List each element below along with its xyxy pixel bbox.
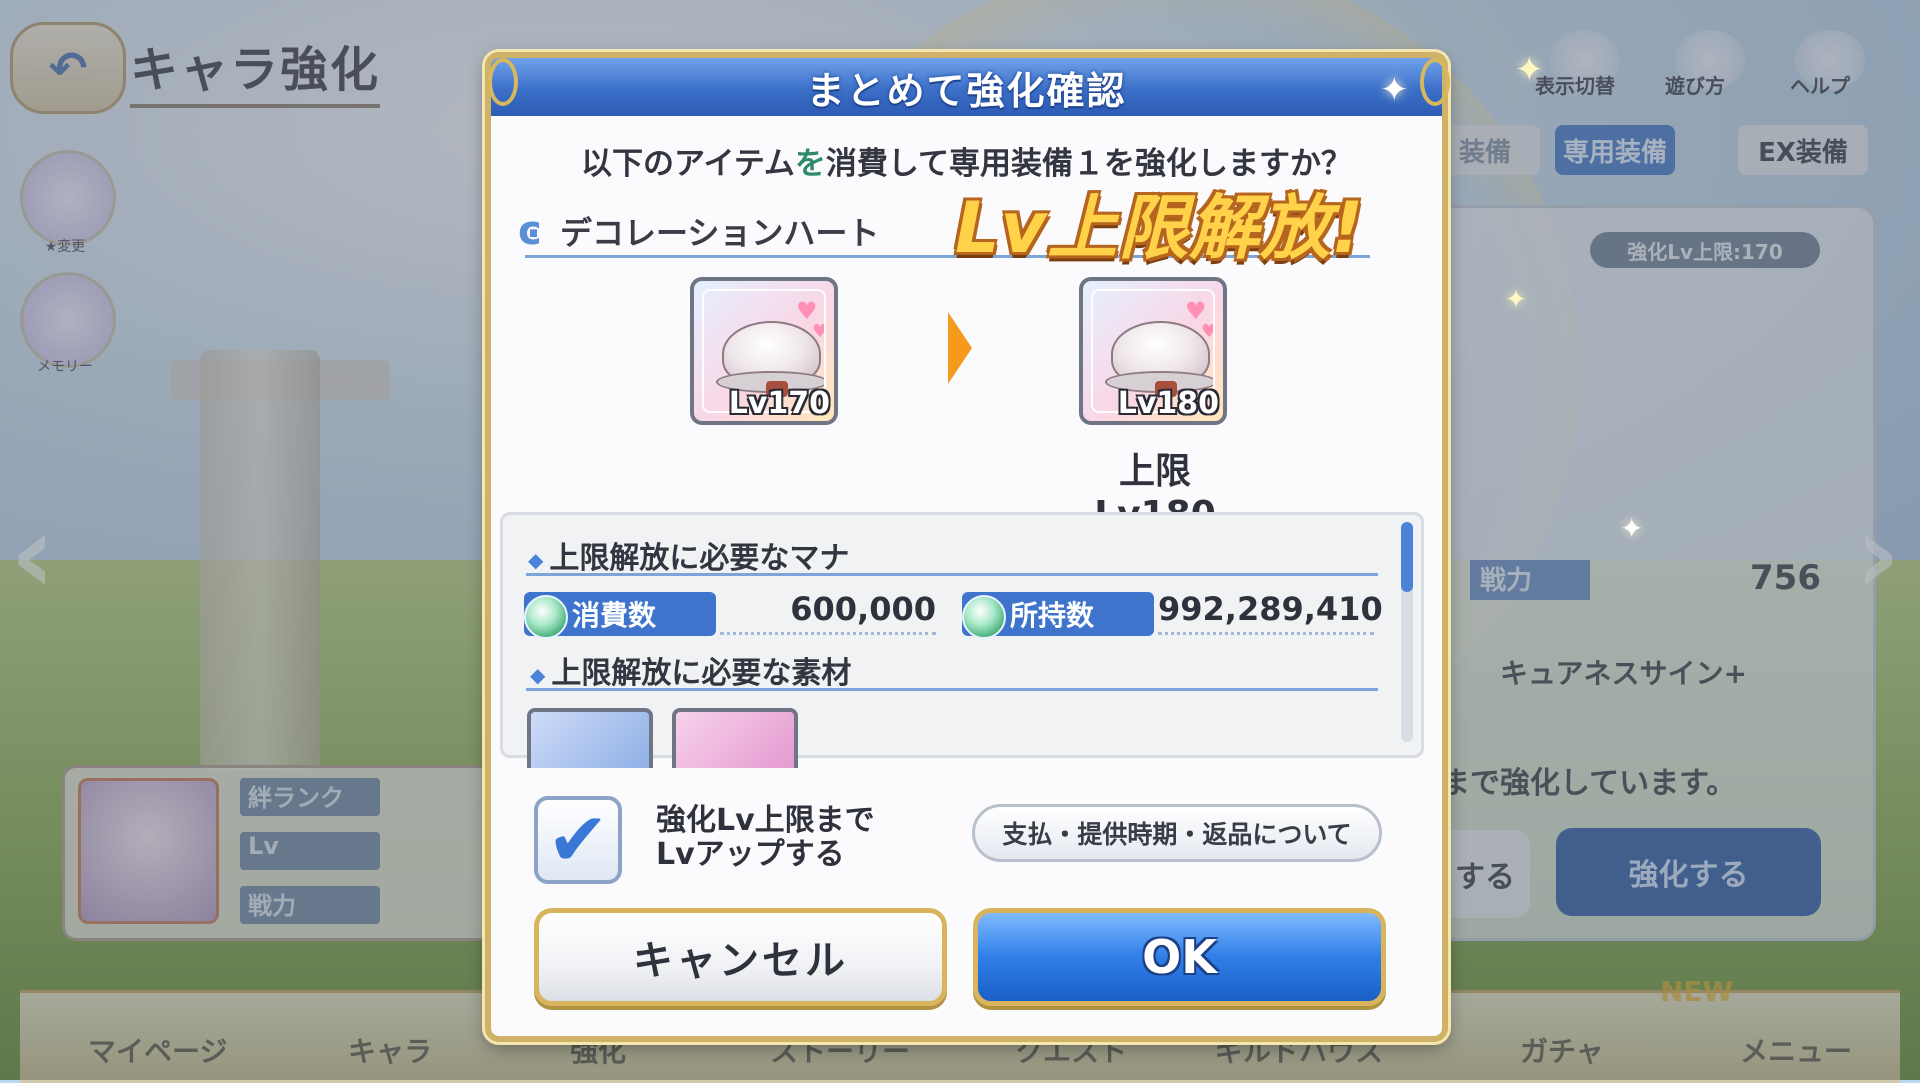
- item-name: デコレーションハート: [560, 214, 880, 252]
- mana-section-title: 上限解放に必要なマナ: [549, 541, 850, 576]
- corner-ornament-left-icon: [488, 58, 518, 106]
- dotted-divider: [720, 632, 936, 635]
- equipment-level-before: Lv170: [728, 386, 830, 421]
- corner-ornament-right-icon: [1420, 58, 1450, 106]
- checkbox-label-line1: 強化Lv上限まで: [656, 803, 875, 838]
- mana-section-header: ◆ 上限解放に必要なマナ: [528, 533, 849, 577]
- sparkle-icon: ✦: [1620, 512, 1644, 545]
- mana-gem-icon: [524, 595, 568, 639]
- checkmark-icon: ✔: [546, 797, 609, 883]
- heart-icon: ♥: [1201, 321, 1213, 342]
- equipment-level-after: Lv180: [1117, 386, 1219, 421]
- dotted-divider: [1158, 632, 1374, 635]
- diamond-bullet-icon: ◆: [528, 547, 544, 572]
- mana-gem-icon: [962, 595, 1006, 639]
- heart-icon: ♥: [812, 321, 824, 342]
- owned-value: 992,289,410: [1158, 590, 1383, 628]
- checkbox-label: 強化Lv上限まで Lvアップする: [656, 804, 875, 872]
- dialog-header: まとめて強化確認: [485, 52, 1448, 116]
- sparkle-icon: ✦: [1505, 285, 1527, 315]
- dialog-title: まとめて強化確認: [806, 68, 1127, 113]
- question-part-3: 消費: [825, 146, 888, 182]
- cancel-button[interactable]: キャンセル: [534, 908, 947, 1006]
- material-item-2[interactable]: [672, 708, 798, 768]
- equipment-before[interactable]: ♥ ♥ Lv170: [690, 277, 838, 425]
- equipment-after[interactable]: ♥ ♥ Lv180: [1079, 277, 1227, 425]
- lvup-to-limit-checkbox[interactable]: ✔: [534, 796, 622, 884]
- materials-section-header: ◆ 上限解放に必要な素材: [530, 648, 851, 692]
- material-item-1[interactable]: [527, 708, 653, 768]
- ok-button[interactable]: OK: [973, 908, 1386, 1006]
- consume-value: 600,000: [790, 590, 936, 628]
- swirl-ornament-icon: ͼ: [518, 208, 540, 254]
- question-part-2: を: [794, 146, 826, 182]
- materials-section-title: 上限解放に必要な素材: [551, 656, 852, 691]
- section-divider: [526, 688, 1378, 691]
- lv-limit-unlock-banner: Lv上限解放!: [955, 187, 1365, 269]
- sparkle-icon: ✦: [1380, 70, 1409, 110]
- diamond-bullet-icon: ◆: [530, 662, 546, 687]
- section-divider: [526, 573, 1378, 576]
- checkbox-label-line2: Lvアップする: [656, 837, 845, 872]
- question-part-1: 以下のアイテム: [581, 146, 795, 182]
- scrollbar-thumb[interactable]: [1401, 522, 1413, 592]
- arrow-right-icon: [948, 312, 972, 384]
- payment-info-button[interactable]: 支払・提供時期・返品について: [972, 804, 1382, 862]
- sparkle-icon: ✦: [1515, 50, 1544, 90]
